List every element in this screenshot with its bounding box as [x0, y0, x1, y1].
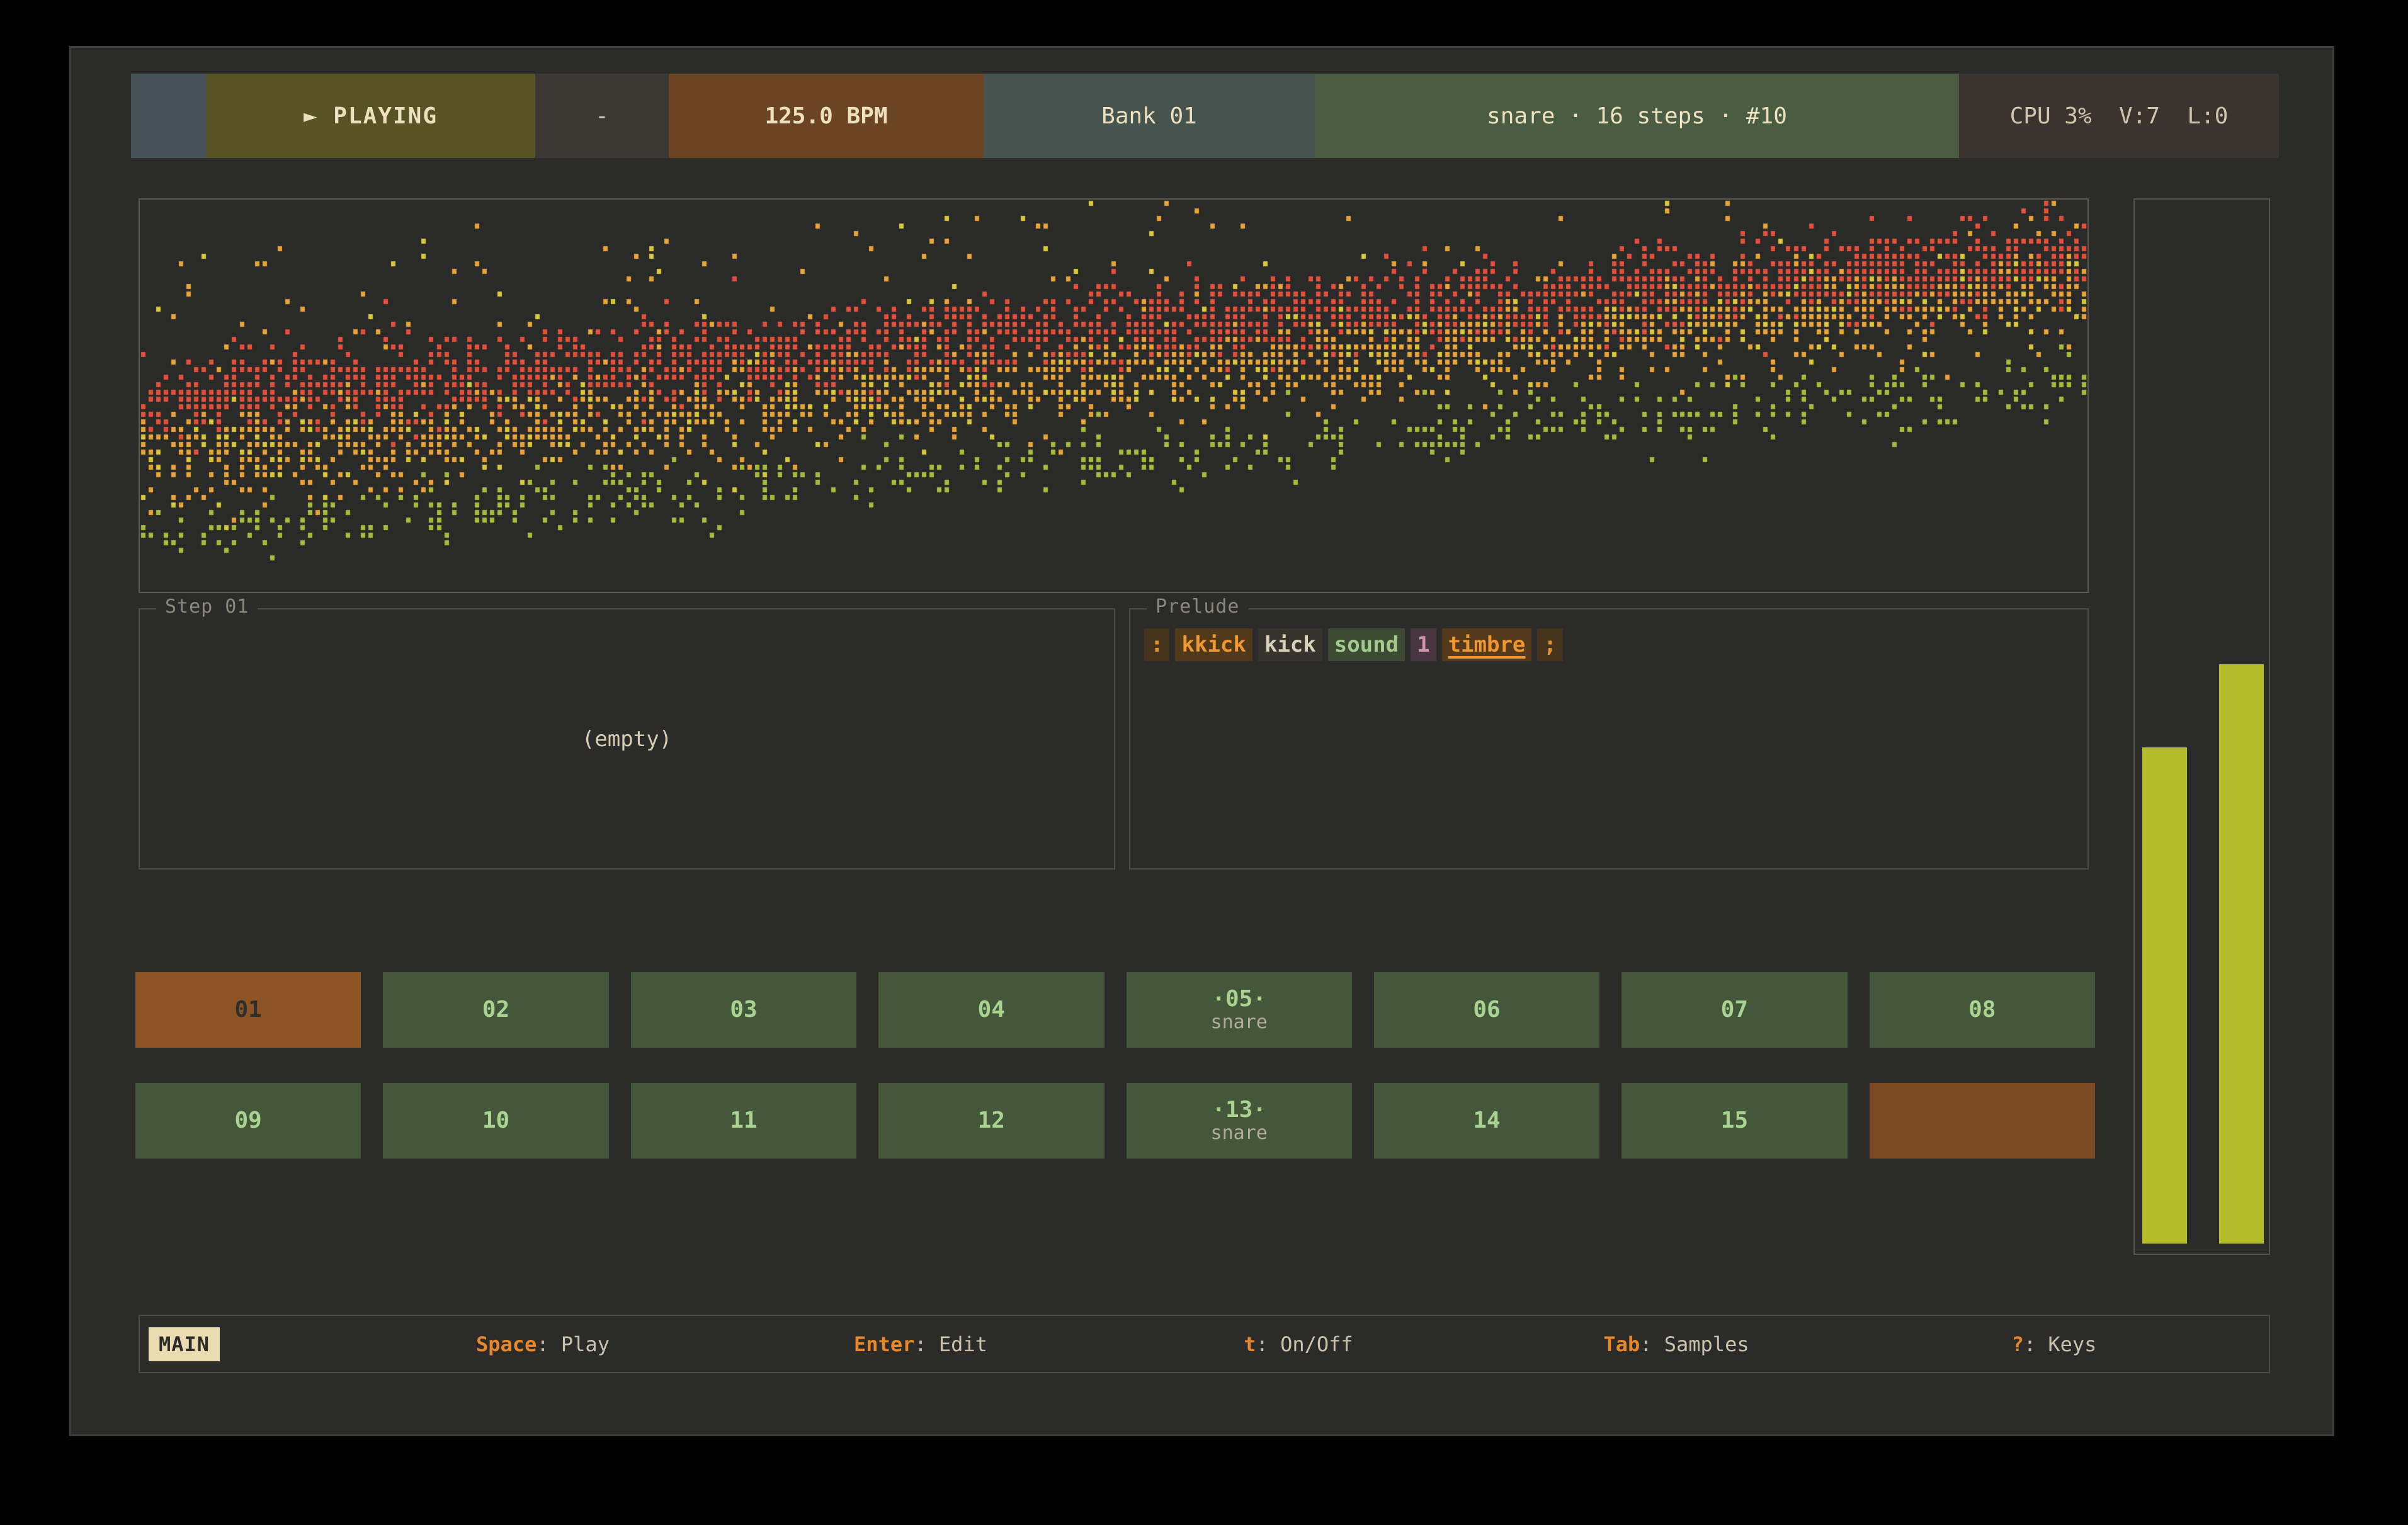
- level-meter-left: [2142, 747, 2187, 1244]
- topbar-dash: -: [535, 74, 669, 158]
- prelude-token[interactable]: ;: [1537, 628, 1562, 661]
- step-button-16[interactable]: [1870, 1083, 2095, 1159]
- key-hint: Space: Play: [354, 1316, 732, 1372]
- step-button-5[interactable]: ·05·snare: [1127, 972, 1352, 1048]
- status-bar: MAIN Space: PlayEnter: Editt: On/OffTab:…: [139, 1315, 2270, 1373]
- prelude-title: Prelude: [1147, 596, 1248, 618]
- transport-status[interactable]: ► PLAYING: [206, 74, 535, 158]
- step-label: 02: [482, 997, 509, 1023]
- mode-badge: MAIN: [149, 1327, 220, 1361]
- step-label: 09: [235, 1108, 262, 1133]
- step-label: 12: [978, 1108, 1005, 1133]
- step-label: 10: [482, 1108, 509, 1133]
- step-label: 14: [1473, 1108, 1500, 1133]
- system-stats: CPU 3% V:7 L:0: [1959, 74, 2279, 158]
- step-sublabel: snare: [1211, 1123, 1268, 1145]
- step-button-6[interactable]: 06: [1374, 972, 1599, 1048]
- hint-key: t: [1244, 1332, 1256, 1356]
- prelude-panel: Prelude :kkickkicksound1timbre;: [1129, 608, 2089, 870]
- prelude-token[interactable]: timbre: [1442, 628, 1532, 661]
- hint-action: : Edit: [914, 1332, 987, 1356]
- step-label: 03: [730, 997, 757, 1023]
- step-button-15[interactable]: 15: [1621, 1083, 1847, 1159]
- step-label: 06: [1473, 997, 1500, 1023]
- top-bar: ► PLAYING - 125.0 BPM Bank 01 snare · 16…: [131, 74, 2279, 158]
- step-button-9[interactable]: 09: [135, 1083, 361, 1159]
- step-label: 08: [1968, 997, 1996, 1023]
- prelude-token[interactable]: :: [1144, 628, 1169, 661]
- step-button-7[interactable]: 07: [1621, 972, 1847, 1048]
- prelude-token[interactable]: kick: [1258, 628, 1322, 661]
- step-label: ·05·: [1212, 986, 1266, 1012]
- bank-display[interactable]: Bank 01: [984, 74, 1315, 158]
- step-grid: 01020304·05·snare06070809101112·13·snare…: [135, 972, 2095, 1159]
- step-label: 15: [1721, 1108, 1748, 1133]
- bpm-display[interactable]: 125.0 BPM: [669, 74, 984, 158]
- step-detail-empty: (empty): [140, 609, 1114, 868]
- pattern-visualizer-panel: [139, 198, 2089, 593]
- step-detail-panel: Step 01 (empty): [139, 608, 1115, 870]
- prelude-token[interactable]: sound: [1328, 628, 1405, 661]
- step-label: 07: [1721, 997, 1748, 1023]
- hint-action: : On/Off: [1256, 1332, 1353, 1356]
- step-button-14[interactable]: 14: [1374, 1083, 1599, 1159]
- topbar-spacer: [131, 74, 206, 158]
- hint-action: : Play: [537, 1332, 610, 1356]
- step-button-4[interactable]: 04: [878, 972, 1104, 1048]
- step-sublabel: snare: [1211, 1012, 1268, 1034]
- hint-key: ?: [2012, 1332, 2024, 1356]
- hint-key: Space: [476, 1332, 537, 1356]
- pattern-visualizer-canvas: [140, 200, 2087, 592]
- hint-action: : Keys: [2024, 1332, 2097, 1356]
- sequencer-window: ► PLAYING - 125.0 BPM Bank 01 snare · 16…: [69, 46, 2334, 1436]
- key-hint: Enter: Edit: [732, 1316, 1110, 1372]
- step-button-12[interactable]: 12: [878, 1083, 1104, 1159]
- prelude-code-line: :kkickkicksound1timbre;: [1144, 628, 1563, 661]
- step-button-2[interactable]: 02: [383, 972, 608, 1048]
- key-hint: t: On/Off: [1110, 1316, 1487, 1372]
- screen: ► PLAYING - 125.0 BPM Bank 01 snare · 16…: [0, 0, 2408, 1525]
- step-button-11[interactable]: 11: [631, 1083, 856, 1159]
- step-button-10[interactable]: 10: [383, 1083, 608, 1159]
- step-label: ·13·: [1212, 1097, 1266, 1123]
- key-hints: Space: PlayEnter: Editt: On/OffTab: Samp…: [354, 1316, 2243, 1372]
- prelude-token[interactable]: 1: [1411, 628, 1436, 661]
- track-info[interactable]: snare · 16 steps · #10: [1315, 74, 1959, 158]
- key-hint: Tab: Samples: [1487, 1316, 1865, 1372]
- step-label: 04: [978, 997, 1005, 1023]
- prelude-token[interactable]: kkick: [1175, 628, 1252, 661]
- hint-action: : Samples: [1640, 1332, 1749, 1356]
- key-hint: ?: Keys: [1865, 1316, 2243, 1372]
- step-button-1[interactable]: 01: [135, 972, 361, 1048]
- step-button-13[interactable]: ·13·snare: [1127, 1083, 1352, 1159]
- level-meters-panel: [2133, 198, 2270, 1255]
- step-button-8[interactable]: 08: [1870, 972, 2095, 1048]
- step-label: 11: [730, 1108, 757, 1133]
- step-button-3[interactable]: 03: [631, 972, 856, 1048]
- level-meter-right: [2219, 664, 2264, 1244]
- step-label: 01: [235, 997, 262, 1023]
- hint-key: Enter: [854, 1332, 914, 1356]
- hint-key: Tab: [1603, 1332, 1640, 1356]
